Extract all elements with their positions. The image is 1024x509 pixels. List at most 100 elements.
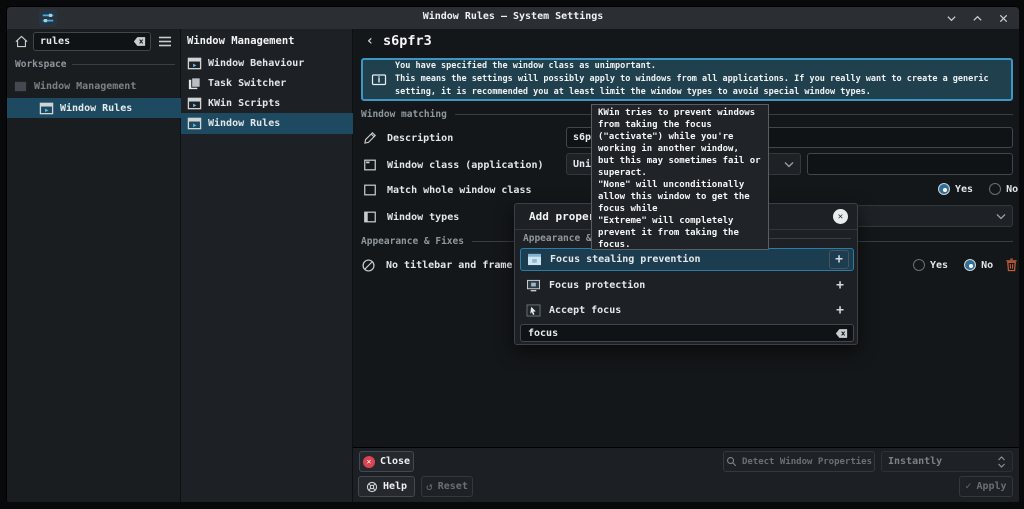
- popup-item-focus-stealing-prevention[interactable]: Focus stealing prevention +: [520, 248, 854, 271]
- no-label: No: [1006, 183, 1019, 195]
- desktop: Window Rules — System Settings rules Wor…: [0, 0, 1024, 509]
- home-icon[interactable]: [14, 34, 29, 49]
- nav-item-task-switcher[interactable]: Task Switcher: [181, 73, 353, 93]
- match-whole-label: Match whole window class: [387, 184, 532, 196]
- chevron-down-icon: [996, 213, 1006, 220]
- back-icon[interactable]: ‹: [361, 33, 379, 49]
- nav-item-label: Task Switcher: [208, 77, 287, 89]
- popup-item-label: Focus stealing prevention: [550, 254, 701, 265]
- yes-label: Yes: [955, 183, 974, 195]
- prohibition-icon: [361, 258, 376, 273]
- plus-glyph: +: [836, 303, 844, 318]
- system-settings-window: Window Rules — System Settings rules Wor…: [6, 6, 1019, 502]
- nav-item-window-behaviour[interactable]: Window Behaviour: [181, 53, 353, 73]
- maximize-icon[interactable]: [969, 10, 985, 26]
- match-whole-yes-radio[interactable]: [938, 183, 950, 195]
- apply-mode-value: Instantly: [888, 456, 943, 467]
- spin-arrows-icon[interactable]: [997, 455, 1006, 469]
- magnifier-icon: [726, 456, 737, 467]
- detect-button-label: Detect Window Properties: [741, 456, 873, 467]
- clear-search-icon[interactable]: [133, 36, 146, 47]
- apply-button-label: Apply: [976, 481, 1007, 492]
- reset-button-label: Reset: [437, 481, 468, 492]
- sidebar-search: [33, 32, 151, 51]
- menu-icon[interactable]: [158, 35, 172, 48]
- reset-button[interactable]: ↺ Reset: [421, 476, 473, 497]
- plus-glyph: +: [836, 278, 844, 293]
- clear-search-icon[interactable]: [835, 328, 848, 339]
- window-rules-icon: [39, 101, 54, 116]
- titlebar[interactable]: Window Rules — System Settings: [7, 7, 1019, 29]
- appearance-heading-label: Appearance & Fixes: [361, 236, 464, 247]
- help-button[interactable]: Help: [358, 476, 415, 497]
- match-whole-icon: [363, 183, 377, 197]
- window-matching-label: Window matching: [361, 109, 447, 120]
- no-titlebar-label-group: No titlebar and frame: [361, 258, 512, 273]
- window-class-label-group: Window class (application): [363, 158, 544, 172]
- close-window-icon[interactable]: [995, 10, 1011, 26]
- footer: ✕ Close Detect Window Properties Instant…: [353, 447, 1019, 502]
- match-whole-no-radio[interactable]: [989, 183, 1002, 195]
- window-title: Window Rules — System Settings: [422, 11, 604, 22]
- no-label: No: [981, 259, 994, 271]
- window-rules-icon: [187, 116, 202, 131]
- window-class-label: Window class (application): [387, 159, 544, 171]
- workspace-section: Workspace: [15, 59, 175, 70]
- nav-item-label: Window Behaviour: [208, 57, 305, 69]
- popup-item-label: Accept focus: [549, 305, 622, 316]
- focus-prevention-tooltip: KWin tries to prevent windows from takin…: [591, 104, 769, 250]
- window-types-label-group: Window types: [363, 210, 459, 224]
- pencil-icon: [363, 131, 377, 145]
- yes-label: Yes: [930, 259, 949, 271]
- nav-column: Window Management Window Behaviour Task …: [181, 29, 353, 502]
- window-types-icon: [363, 210, 377, 224]
- sidebar-item-window-management[interactable]: Window Management: [7, 76, 181, 96]
- popup-close-icon[interactable]: ✕: [833, 209, 848, 224]
- kwin-scripts-icon: [187, 96, 202, 111]
- help-icon: [366, 481, 378, 493]
- workspace-section-label: Workspace: [15, 59, 67, 70]
- add-icon[interactable]: +: [829, 250, 849, 269]
- window-class-text-input[interactable]: [807, 153, 1013, 175]
- minimize-icon[interactable]: [943, 10, 959, 26]
- add-icon[interactable]: +: [830, 303, 850, 318]
- match-whole-label-group: Match whole window class: [363, 183, 532, 197]
- nav-item-kwin-scripts[interactable]: KWin Scripts: [181, 93, 353, 113]
- check-icon: ✓: [965, 481, 972, 492]
- sidebar-toolbar: [7, 29, 181, 55]
- description-label-group: Description: [363, 131, 453, 145]
- no-titlebar-label: No titlebar and frame: [386, 260, 513, 271]
- add-icon[interactable]: +: [830, 278, 850, 293]
- plus-glyph: +: [835, 252, 843, 267]
- sidebar-item-window-rules[interactable]: Window Rules: [7, 98, 181, 118]
- close-button[interactable]: ✕ Close: [359, 451, 414, 472]
- focus-stealing-prevention-icon: [527, 253, 542, 266]
- nav-header: Window Management: [187, 35, 295, 47]
- sidebar-item-label: Window Rules: [60, 102, 133, 114]
- match-whole-radios: Yes No: [938, 183, 1018, 195]
- main-header: ‹ s6pfr3: [353, 29, 1019, 53]
- nav-item-window-rules[interactable]: Window Rules: [181, 113, 353, 134]
- window-behaviour-icon: [187, 56, 202, 71]
- no-titlebar-yes-radio[interactable]: [913, 259, 925, 271]
- tooltip-text: KWin tries to prevent windows from takin…: [598, 108, 761, 250]
- popup-search-input[interactable]: [521, 327, 835, 339]
- apply-button[interactable]: ✓ Apply: [959, 476, 1013, 497]
- apply-mode-spinbox[interactable]: Instantly: [881, 451, 1013, 472]
- search-input[interactable]: [34, 36, 133, 47]
- notice-box: You have specified the window class as u…: [361, 58, 1013, 101]
- detect-window-properties-button[interactable]: Detect Window Properties: [723, 451, 875, 472]
- no-titlebar-radios: Yes No: [913, 258, 1018, 272]
- close-button-label: Close: [379, 456, 411, 467]
- sidebar: Workspace Window Management Window Ru: [7, 29, 181, 502]
- section-divider: [72, 64, 175, 65]
- popup-item-focus-protection[interactable]: Focus protection +: [520, 274, 854, 297]
- description-label: Description: [387, 132, 454, 144]
- window-types-label: Window types: [387, 211, 460, 223]
- popup-item-accept-focus[interactable]: Accept focus +: [520, 299, 854, 322]
- no-titlebar-no-radio[interactable]: [964, 259, 977, 271]
- delete-property-icon[interactable]: [1005, 258, 1018, 272]
- close-red-icon: ✕: [362, 455, 375, 468]
- nav-item-label: KWin Scripts: [208, 97, 281, 109]
- info-icon: [371, 72, 387, 88]
